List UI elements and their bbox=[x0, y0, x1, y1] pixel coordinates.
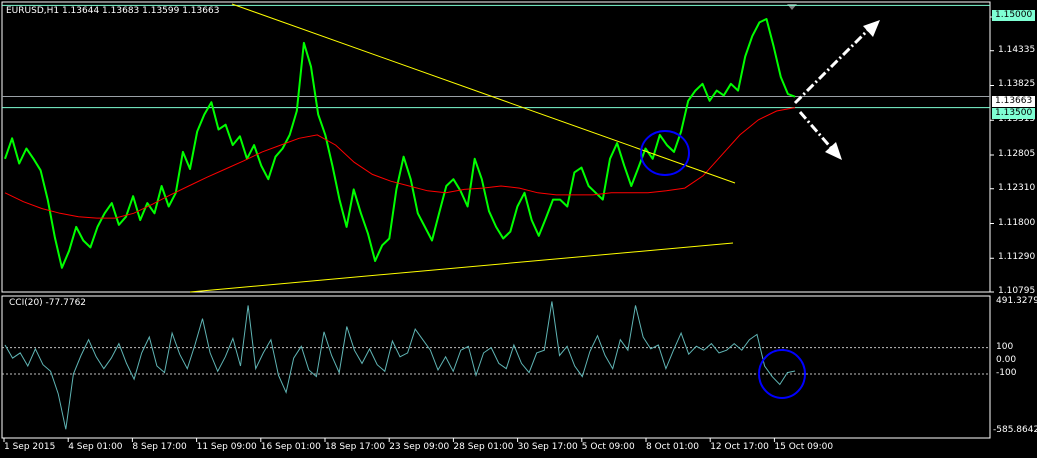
date-tick-label: 1 Sep 2015 bbox=[4, 442, 56, 452]
date-tick-label: 18 Sep 17:00 bbox=[325, 442, 386, 452]
arrow-up-dashed bbox=[793, 28, 870, 105]
price-tick-label: 1.14335 bbox=[998, 44, 1036, 55]
cci-panel-frame bbox=[1, 295, 991, 439]
cci-level-0-label: 0.00 bbox=[996, 355, 1017, 365]
price-tick-label: 1.12310 bbox=[998, 182, 1036, 193]
arrow-down-dashed bbox=[798, 111, 835, 151]
main-panel-frame bbox=[1, 1, 991, 293]
main-price-panel bbox=[4, 18, 796, 269]
cci-min-label: -585.8642 bbox=[993, 425, 1037, 435]
cci-title: CCI(20) -77.7762 bbox=[9, 298, 87, 308]
cci-indicator-panel bbox=[2, 301, 990, 430]
level-high-label: 1.15000 bbox=[992, 10, 1036, 21]
date-tick-label: 23 Sep 09:00 bbox=[389, 442, 450, 452]
date-tick-label: 16 Sep 01:00 bbox=[260, 442, 321, 452]
price-tick-label: 1.11290 bbox=[998, 252, 1036, 263]
cci-line bbox=[4, 301, 796, 430]
trendline-upper bbox=[231, 3, 736, 184]
date-tick-label: 8 Oct 01:00 bbox=[646, 442, 699, 452]
shift-marker-icon bbox=[787, 4, 797, 10]
price-tick-label: 1.13825 bbox=[998, 79, 1036, 90]
date-tick-label: 5 Oct 09:00 bbox=[581, 442, 635, 452]
cci-level-minus100-label: -100 bbox=[996, 368, 1017, 378]
date-tick-label: 4 Sep 01:00 bbox=[68, 442, 123, 452]
chart-canvas bbox=[1, 1, 994, 442]
trendline-lower bbox=[189, 242, 734, 293]
price-tick-label: 1.11800 bbox=[998, 217, 1036, 228]
price-tick-label: 1.12805 bbox=[998, 149, 1036, 159]
level-low-label: 1.13500 bbox=[992, 108, 1036, 119]
cci-max-label: 491.3279 bbox=[996, 296, 1037, 306]
date-tick-label: 28 Sep 01:00 bbox=[453, 442, 514, 452]
date-tick-label: 12 Oct 17:00 bbox=[710, 442, 769, 452]
current-price-label: 1.13663 bbox=[992, 96, 1036, 107]
chart-symbol-info: EURUSD,H1 1.13644 1.13683 1.13599 1.1366… bbox=[6, 6, 220, 16]
date-tick-label: 8 Sep 17:00 bbox=[132, 442, 187, 452]
price-line bbox=[4, 18, 796, 269]
date-tick-label: 11 Sep 09:00 bbox=[196, 442, 257, 452]
date-tick-label: 15 Oct 09:00 bbox=[774, 442, 834, 452]
moving-average-line bbox=[4, 107, 796, 219]
cci-level-100-label: 100 bbox=[996, 342, 1014, 352]
date-tick-label: 30 Sep 17:00 bbox=[517, 442, 578, 452]
